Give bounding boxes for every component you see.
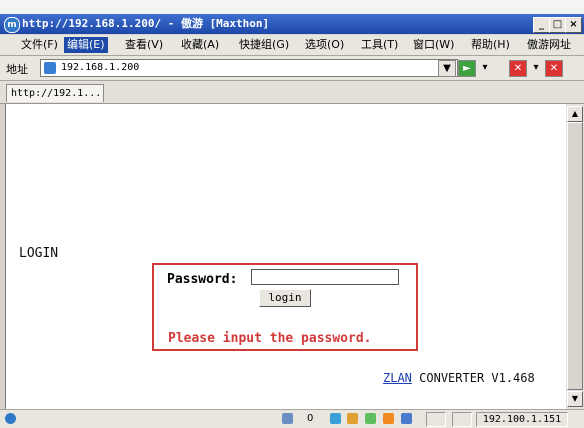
zlan-link[interactable]: ZLAN xyxy=(383,371,412,385)
dropdown-arrow-icon[interactable]: ▼ xyxy=(438,60,456,77)
menu-file[interactable]: 文件(F) xyxy=(18,37,61,53)
go-icon[interactable]: ► xyxy=(458,60,476,77)
menu-maxthon-sites[interactable]: 傲游网址 xyxy=(524,37,574,53)
vertical-scrollbar[interactable]: ▲ ▼ xyxy=(566,104,584,409)
rss-icon[interactable] xyxy=(347,413,358,424)
status-ip: 192.100.1.151 xyxy=(476,412,568,427)
address-input[interactable]: 192.168.1.200 xyxy=(40,59,458,77)
scroll-thumb[interactable] xyxy=(567,122,583,390)
address-url: 192.168.1.200 xyxy=(61,62,140,73)
address-bar: 地址 192.168.1.200 ▼ ► ▾ ✕ ▾ ✕ xyxy=(0,56,584,81)
menu-view[interactable]: 查看(V) xyxy=(122,37,166,53)
maxthon-icon: m xyxy=(4,17,20,33)
close-tab-icon[interactable]: ✕ xyxy=(545,60,563,77)
stop-icon[interactable]: ✕ xyxy=(509,60,527,77)
page-icon xyxy=(44,62,56,74)
tab-current[interactable]: http://192.1... xyxy=(6,84,104,102)
tab-bar: http://192.1... xyxy=(0,81,584,104)
top-strip xyxy=(0,0,584,14)
menu-tools[interactable]: 工具(T) xyxy=(358,37,401,53)
login-button[interactable]: login xyxy=(259,289,311,307)
window-icon[interactable] xyxy=(401,413,412,424)
security-icon[interactable] xyxy=(282,413,293,424)
status-count: 0 xyxy=(307,413,314,424)
status-cell xyxy=(452,412,472,427)
menu-edit[interactable]: 编辑(E) xyxy=(64,37,108,53)
scroll-up-icon[interactable]: ▲ xyxy=(567,106,583,122)
title-bar: m http://192.168.1.200/ - 傲游 [Maxthon] _… xyxy=(0,14,584,34)
recycle-icon[interactable] xyxy=(365,413,376,424)
footer-product: CONVERTER V1.468 xyxy=(419,371,535,385)
close-button[interactable]: × xyxy=(565,17,582,33)
menu-favorites[interactable]: 收藏(A) xyxy=(178,37,222,53)
go-menu-icon[interactable]: ▾ xyxy=(477,60,493,75)
status-globe-icon xyxy=(5,413,16,424)
scroll-down-icon[interactable]: ▼ xyxy=(567,391,583,407)
menu-bar: 文件(F) 编辑(E) 查看(V) 收藏(A) 快捷组(G) 选项(O) 工具(… xyxy=(0,35,584,56)
plugin-icon[interactable] xyxy=(383,413,394,424)
maximize-button[interactable]: □ xyxy=(549,17,566,33)
menu-groups[interactable]: 快捷组(G) xyxy=(236,37,292,53)
page-title: LOGIN xyxy=(19,246,59,261)
status-bar: 0 192.100.1.151 xyxy=(0,409,584,428)
minimize-button[interactable]: _ xyxy=(533,17,550,33)
status-cell xyxy=(426,412,446,427)
footer-version: ZLAN CONVERTER V1.468 xyxy=(383,371,535,385)
browser-window: m http://192.168.1.200/ - 傲游 [Maxthon] _… xyxy=(0,0,584,428)
error-message: Please input the password. xyxy=(168,331,372,346)
menu-help[interactable]: 帮助(H) xyxy=(468,37,513,53)
page-content xyxy=(5,104,566,409)
password-field[interactable] xyxy=(251,269,399,285)
stop-menu-icon[interactable]: ▾ xyxy=(528,60,544,75)
screenshot-icon[interactable] xyxy=(330,413,341,424)
window-title: http://192.168.1.200/ - 傲游 [Maxthon] xyxy=(22,17,270,30)
address-label: 地址 xyxy=(6,63,28,76)
password-label: Password: xyxy=(167,272,238,287)
menu-window[interactable]: 窗口(W) xyxy=(410,37,457,53)
menu-options[interactable]: 选项(O) xyxy=(302,37,347,53)
